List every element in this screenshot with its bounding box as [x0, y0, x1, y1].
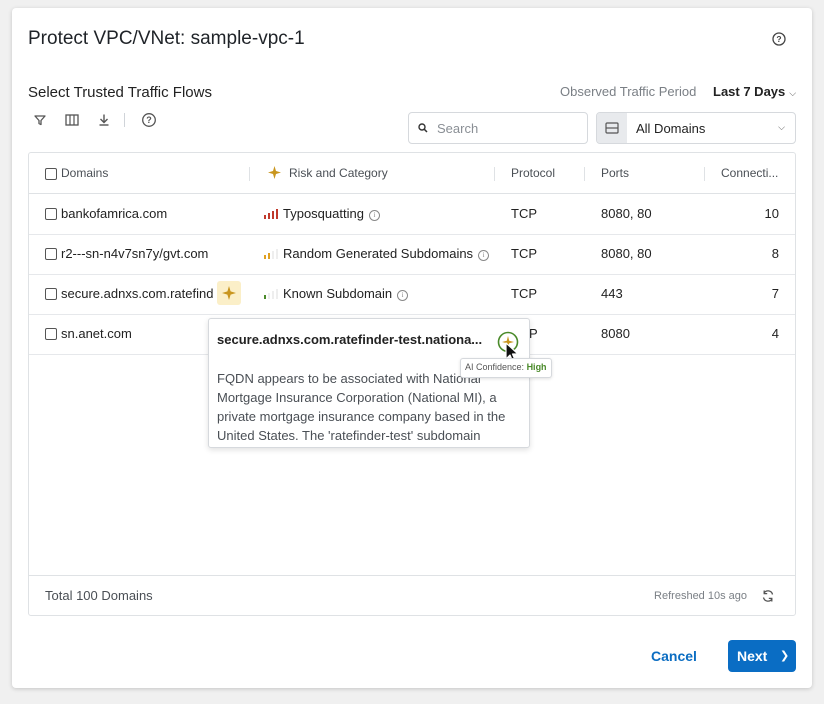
select-all-checkbox[interactable]: [45, 168, 57, 180]
info-icon[interactable]: i: [478, 250, 490, 261]
list-icon-box: [597, 113, 627, 143]
connections-cell: 4: [771, 326, 779, 341]
ai-insight-popover: secure.adnxs.com.ratefinder-test.nationa…: [208, 318, 530, 448]
risk-cell: Random Generated Subdomains i: [264, 246, 490, 261]
list-icon: [605, 122, 619, 134]
modal-title: Protect VPC/VNet: sample-vpc-1: [28, 28, 305, 49]
columns-icon[interactable]: [64, 112, 80, 128]
column-header-risk[interactable]: Risk and Category: [289, 166, 388, 180]
connections-cell: 7: [771, 286, 779, 301]
protocol-cell: P: [529, 326, 538, 341]
info-icon[interactable]: i: [397, 290, 409, 301]
column-header-protocol[interactable]: Protocol: [511, 166, 555, 180]
risk-cell: Typosquatting i: [264, 206, 380, 221]
filter-icon[interactable]: [32, 112, 48, 128]
next-button-label: Next: [737, 648, 768, 664]
help-icon[interactable]: ?: [141, 112, 157, 128]
chevron-right-icon: ❯: [780, 650, 790, 662]
row-checkbox[interactable]: [45, 248, 57, 260]
search-box[interactable]: [408, 112, 588, 144]
ai-insight-button[interactable]: [217, 281, 241, 305]
column-divider: [249, 167, 250, 181]
ai-confidence-tooltip: AI Confidence: High: [460, 358, 552, 378]
download-icon[interactable]: [96, 112, 112, 128]
domain-filter-value: All Domains: [636, 121, 706, 136]
protocol-cell: TCP: [511, 206, 537, 221]
info-icon[interactable]: i: [368, 210, 380, 221]
confidence-value: High: [526, 362, 547, 372]
ports-cell: 8080: [601, 326, 630, 341]
domain-filter-select[interactable]: All Domains ⌵: [596, 112, 796, 144]
risk-label: Random Generated Subdomains: [283, 246, 474, 261]
refresh-icon[interactable]: [761, 589, 775, 603]
total-domains: Total 100 Domains: [45, 588, 153, 603]
column-divider: [584, 167, 585, 181]
confidence-label: AI Confidence:: [465, 362, 525, 372]
column-header-ports[interactable]: Ports: [601, 166, 629, 180]
risk-label: Known Subdomain: [283, 286, 393, 301]
protocol-cell: TCP: [511, 246, 537, 261]
ports-cell: 8080, 80: [601, 206, 652, 221]
chevron-down-icon: ⌵: [778, 122, 785, 132]
protocol-cell: TCP: [511, 286, 537, 301]
section-title: Select Trusted Traffic Flows: [28, 84, 212, 101]
next-button[interactable]: Next ❯: [728, 640, 796, 672]
column-divider: [494, 167, 495, 181]
help-icon[interactable]: ?: [772, 32, 786, 46]
refreshed-text: Refreshed 10s ago: [654, 590, 747, 602]
row-checkbox[interactable]: [45, 208, 57, 220]
chevron-down-icon: ⌵: [789, 88, 797, 98]
ai-sparkle-icon: [268, 166, 281, 179]
period-value: Last 7 Days: [713, 84, 786, 99]
table-header: Domains Risk and Category Protocol Ports…: [29, 153, 795, 194]
table-row[interactable]: secure.adnxs.com.ratefind Known Subdomai…: [29, 274, 795, 315]
ports-cell: 8080, 80: [601, 246, 652, 261]
popover-title: secure.adnxs.com.ratefinder-test.nationa…: [217, 332, 483, 347]
period-dropdown[interactable]: Last 7 Days ⌵: [713, 84, 796, 99]
period-label: Observed Traffic Period: [560, 84, 697, 99]
table-row[interactable]: r2---sn-n4v7sn7y/gvt.com Random Generate…: [29, 234, 795, 275]
risk-medium-icon: [264, 249, 278, 259]
domain-cell: bankofamrica.com: [61, 206, 168, 221]
risk-cell: Known Subdomain i: [264, 286, 409, 301]
risk-high-icon: [264, 209, 278, 219]
domain-cell: sn.anet.com: [61, 326, 132, 341]
search-input[interactable]: [435, 118, 579, 138]
search-icon: [418, 123, 428, 133]
ai-sparkle-icon: [222, 286, 236, 300]
cancel-button[interactable]: Cancel: [651, 648, 697, 664]
risk-label: Typosquatting: [283, 206, 364, 221]
connections-cell: 10: [764, 206, 779, 221]
svg-text:?: ?: [146, 115, 152, 125]
table-footer-divider: [29, 575, 795, 576]
svg-text:?: ?: [776, 34, 781, 44]
risk-low-icon: [264, 289, 278, 299]
row-checkbox[interactable]: [45, 288, 57, 300]
ports-cell: 443: [601, 286, 623, 301]
toolbar-divider: [124, 113, 125, 127]
domain-cell: secure.adnxs.com.ratefind: [61, 286, 214, 301]
column-header-connections[interactable]: Connecti...: [721, 166, 778, 180]
connections-cell: 8: [771, 246, 779, 261]
popover-body: FQDN appears to be associated with Natio…: [217, 371, 506, 443]
column-header-domains[interactable]: Domains: [61, 166, 108, 180]
table-row[interactable]: bankofamrica.com Typosquatting i TCP 8080…: [29, 194, 795, 235]
column-divider: [704, 167, 705, 181]
row-checkbox[interactable]: [45, 328, 57, 340]
domain-cell: r2---sn-n4v7sn7y/gvt.com: [61, 246, 209, 261]
